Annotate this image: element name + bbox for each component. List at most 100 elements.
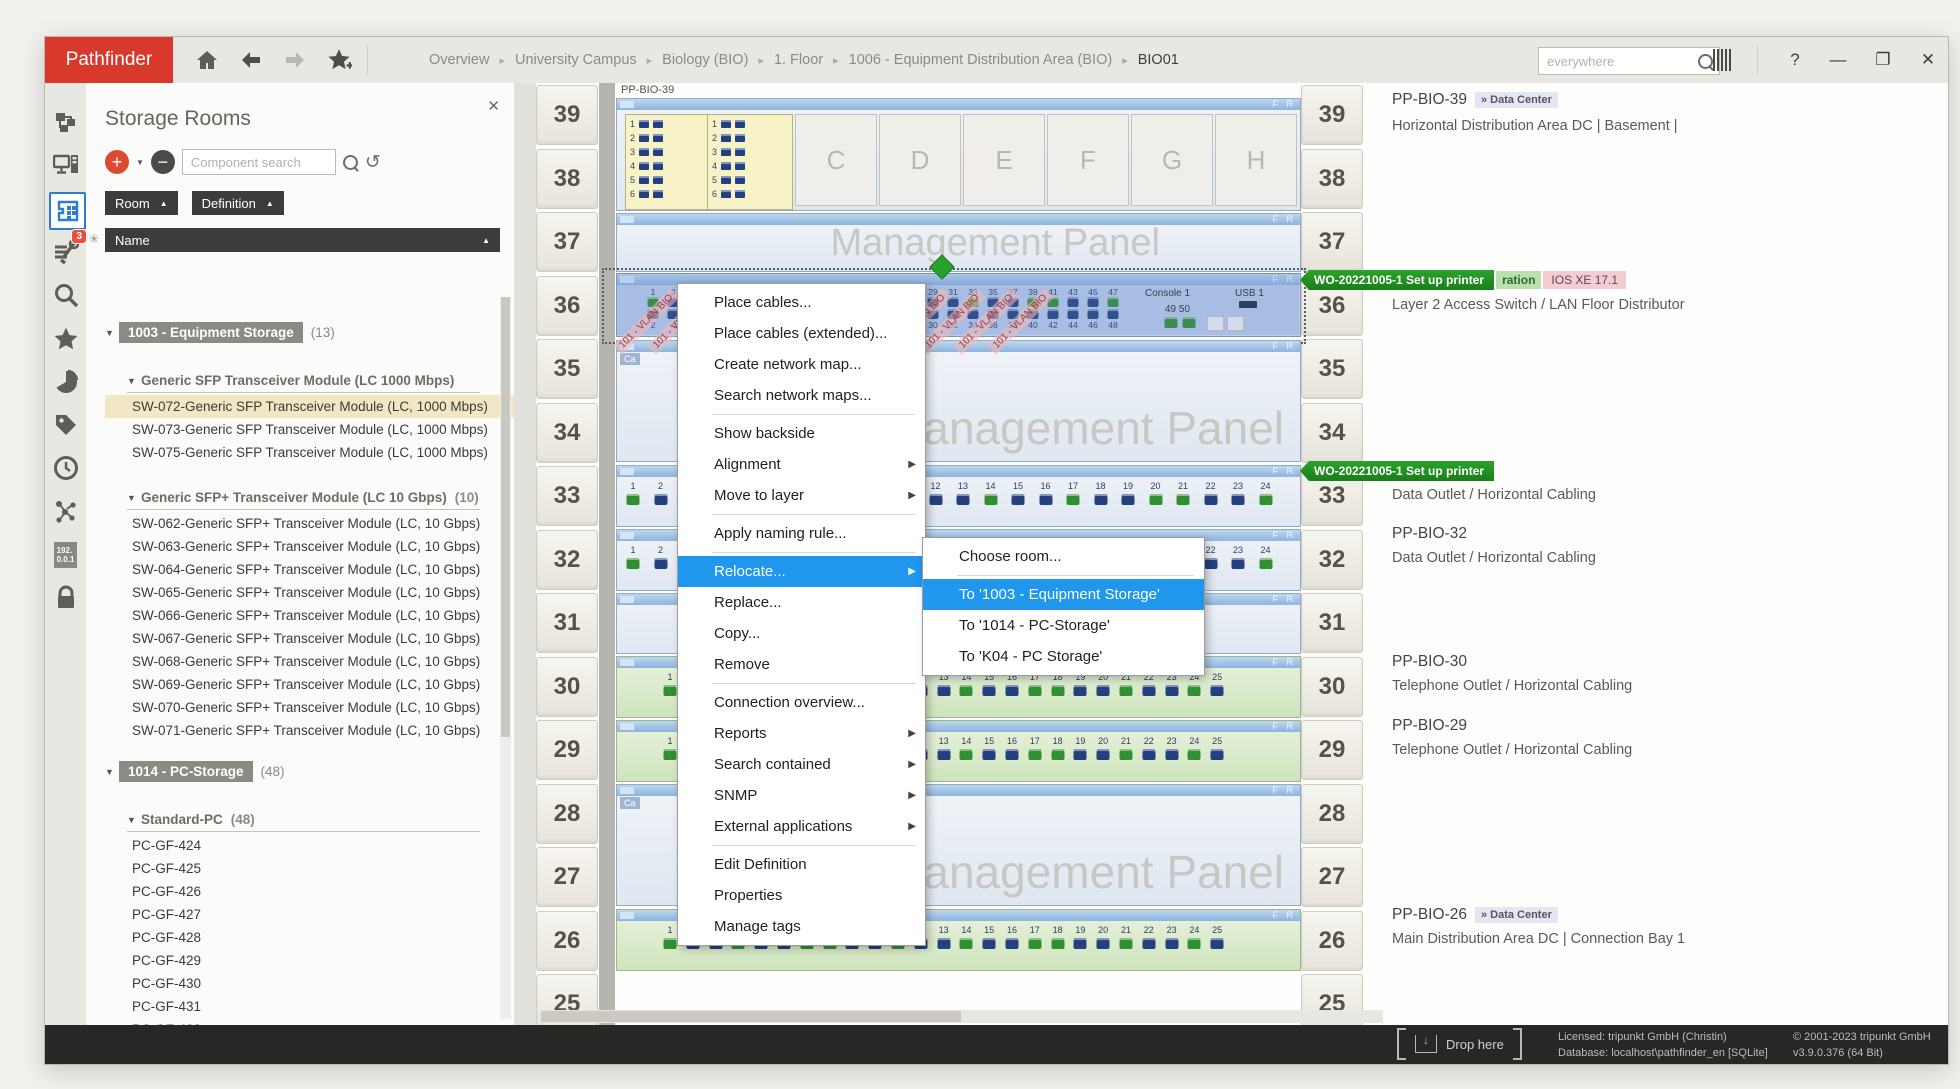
context-menu-item[interactable]: Search network maps... — [678, 380, 925, 411]
tree-item-row[interactable]: SW-075-Generic SFP Transceiver Module (L… — [105, 441, 514, 464]
port-icon[interactable] — [1074, 938, 1087, 949]
context-menu-item[interactable]: Create network map... — [678, 349, 925, 380]
tree-item-row[interactable]: PC-GF-425 — [105, 857, 514, 880]
tree-group-row[interactable]: ▼Generic SFP+ Transceiver Module (LC 10 … — [127, 486, 480, 510]
port-icon[interactable] — [664, 685, 677, 696]
port-icon[interactable] — [1120, 938, 1133, 949]
search-icon[interactable] — [1698, 54, 1713, 69]
context-menu-item[interactable]: Move to layer▶ — [678, 480, 925, 511]
tree-group-row[interactable]: ▼Standard-PC(48) — [127, 808, 480, 832]
port-icon[interactable] — [960, 685, 973, 696]
port-icon[interactable] — [1142, 685, 1155, 696]
component-name[interactable]: PP-BIO-30 — [1392, 653, 1467, 671]
port-icon[interactable] — [1188, 938, 1201, 949]
context-menu-item[interactable]: Show backside — [678, 418, 925, 449]
port-icon[interactable] — [1149, 494, 1162, 505]
bay-cell[interactable]: E — [963, 114, 1045, 206]
port-icon[interactable] — [1142, 749, 1155, 760]
search-icon[interactable] — [49, 278, 82, 312]
tree-item-row[interactable]: PC-GF-427 — [105, 903, 514, 926]
port-icon[interactable] — [929, 494, 942, 505]
bay-cell[interactable]: G — [1131, 114, 1213, 206]
port-icon[interactable] — [1204, 494, 1217, 505]
tree-item-row[interactable]: SW-070-Generic SFP+ Transceiver Module (… — [105, 696, 514, 719]
port-icon[interactable] — [1097, 749, 1110, 760]
port-icon[interactable] — [1188, 749, 1201, 760]
context-menu-item[interactable]: Apply naming rule... — [678, 518, 925, 549]
context-menu-item[interactable]: Edit Definition — [678, 849, 925, 880]
tree-item-row[interactable]: SW-063-Generic SFP+ Transceiver Module (… — [105, 535, 514, 558]
collapse-icon[interactable]: ▼ — [127, 493, 141, 503]
star-icon[interactable] — [49, 322, 82, 356]
node-graph-icon[interactable] — [49, 495, 82, 529]
tree-item-row[interactable]: SW-064-Generic SFP+ Transceiver Module (… — [105, 558, 514, 581]
tree-item-row[interactable]: PC-GF-426 — [105, 880, 514, 903]
port-icon[interactable] — [937, 938, 950, 949]
collapse-icon[interactable]: ▼ — [127, 815, 141, 825]
sfp-module[interactable]: 123456 — [625, 114, 711, 210]
port-icon[interactable] — [960, 749, 973, 760]
port-icon[interactable] — [1012, 494, 1025, 505]
context-menu-item[interactable]: Reports▶ — [678, 718, 925, 749]
topology-icon[interactable] — [49, 105, 82, 139]
port-icon[interactable] — [664, 938, 677, 949]
tree-item-row[interactable]: PC-GF-432 — [105, 1018, 514, 1025]
port-icon[interactable] — [1232, 494, 1245, 505]
close-button[interactable]: ✕ — [1911, 43, 1945, 77]
back-icon[interactable] — [235, 44, 267, 76]
port-icon[interactable] — [984, 494, 997, 505]
breadcrumb-item[interactable]: 1. Floor — [774, 52, 823, 68]
port-icon[interactable] — [1177, 494, 1190, 505]
horizontal-scrollbar[interactable] — [538, 1010, 1383, 1023]
add-favorite-icon[interactable] — [323, 44, 355, 76]
drop-here-target[interactable]: ↓ Drop here — [1397, 1030, 1522, 1058]
port-icon[interactable] — [937, 685, 950, 696]
port-icon[interactable] — [1188, 685, 1201, 696]
submenu-item[interactable]: To '1014 - PC-Storage' — [923, 610, 1204, 641]
port-icon[interactable] — [1211, 685, 1224, 696]
port-icon[interactable] — [1165, 749, 1178, 760]
context-menu-item[interactable]: Relocate...▶ — [678, 556, 925, 587]
forward-icon[interactable] — [279, 44, 311, 76]
os-version-chip[interactable]: IOS XE 17.1 — [1543, 271, 1626, 289]
port-icon[interactable] — [1211, 938, 1224, 949]
submenu-item[interactable]: To '1003 - Equipment Storage' — [923, 579, 1204, 610]
bay-cell[interactable]: D — [879, 114, 961, 206]
panel-37[interactable]: F RManagement Panel — [616, 213, 1301, 272]
sfp-module[interactable]: 123456 — [707, 114, 793, 210]
workstation-icon[interactable] — [49, 148, 82, 182]
component-name[interactable]: PP-BIO-29 — [1392, 717, 1467, 735]
tools-icon[interactable]: 3 — [49, 235, 82, 269]
port-icon[interactable] — [1211, 749, 1224, 760]
tree-item-row[interactable]: PC-GF-430 — [105, 972, 514, 995]
context-menu-item[interactable]: Search contained▶ — [678, 749, 925, 780]
tree-item-row[interactable]: SW-068-Generic SFP+ Transceiver Module (… — [105, 650, 514, 673]
port-icon[interactable] — [1039, 494, 1052, 505]
port-icon[interactable] — [654, 558, 667, 569]
port-icon[interactable] — [960, 938, 973, 949]
horizontal-scrollbar-thumb[interactable] — [541, 1011, 961, 1022]
port-icon[interactable] — [1259, 558, 1272, 569]
port-icon[interactable] — [1067, 494, 1080, 505]
port-icon[interactable] — [654, 494, 667, 505]
collapse-icon[interactable]: ▼ — [127, 376, 141, 386]
location-tag[interactable]: » Data Center — [1475, 907, 1558, 923]
tree-item-row[interactable]: PC-GF-424 — [105, 834, 514, 857]
breadcrumb-item[interactable]: BIO01 — [1138, 52, 1179, 68]
submenu-item[interactable]: Choose room... — [923, 541, 1204, 572]
port-icon[interactable] — [937, 749, 950, 760]
context-menu-item[interactable]: Remove — [678, 649, 925, 680]
lock-icon[interactable] — [49, 581, 82, 615]
submenu-item[interactable]: To 'K04 - PC Storage' — [923, 641, 1204, 672]
location-tag[interactable]: » Data Center — [1475, 92, 1558, 108]
home-icon[interactable] — [191, 44, 223, 76]
port-icon[interactable] — [1165, 938, 1178, 949]
breadcrumb-item[interactable]: University Campus — [515, 52, 637, 68]
breadcrumb-item[interactable]: 1006 - Equipment Distribution Area (BIO) — [849, 52, 1113, 68]
work-order-badge[interactable]: WO-20221005-1 Set up printer — [1300, 461, 1494, 481]
tree-room-row[interactable]: ▼1014 - PC-Storage(48) — [105, 760, 487, 783]
port-icon[interactable] — [1028, 685, 1041, 696]
global-search-input[interactable] — [1545, 53, 1692, 70]
tree-item-row[interactable]: SW-066-Generic SFP+ Transceiver Module (… — [105, 604, 514, 627]
port-icon[interactable] — [1122, 494, 1135, 505]
